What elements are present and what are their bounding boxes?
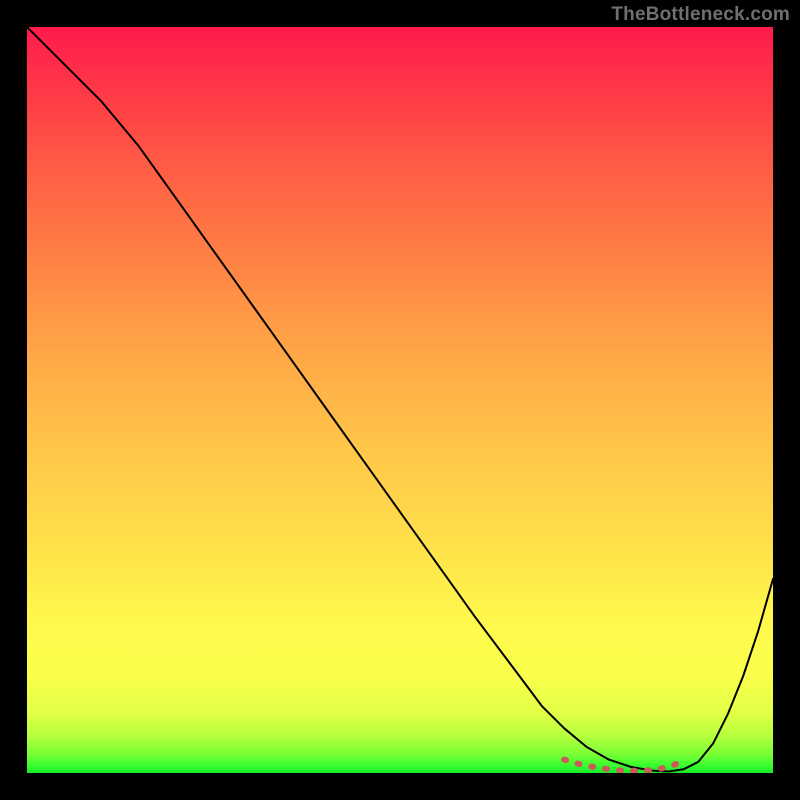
chart-svg bbox=[27, 27, 773, 773]
watermark-text: TheBottleneck.com bbox=[611, 4, 790, 26]
chart-canvas bbox=[27, 27, 773, 773]
main-curve-line bbox=[27, 27, 773, 772]
